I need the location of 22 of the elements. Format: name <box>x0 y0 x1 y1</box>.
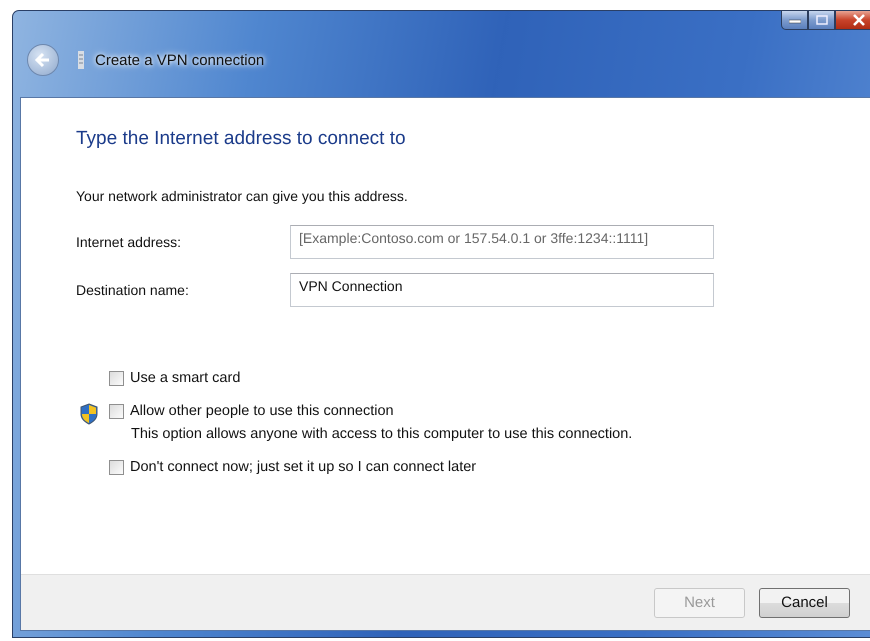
intro-text: Your network administrator can give you this address. <box>76 188 409 204</box>
checkbox[interactable] <box>109 404 124 418</box>
input-field[interactable]: VPN Connection <box>290 273 714 307</box>
field-label: Destination name: <box>76 282 190 298</box>
option-description: This option allows anyone with access to this computer to use this connection. <box>130 426 632 442</box>
page-heading: Type the Internet address to connect to <box>76 128 407 150</box>
checkbox[interactable] <box>109 370 124 386</box>
checkbox-label: Allow other people to use this connection <box>130 403 394 419</box>
field-label: Internet address: <box>76 234 182 250</box>
window-title: Create a VPN connection <box>95 52 264 68</box>
checkbox-label: Don't connect now; just set it up so I can connect later <box>130 459 476 475</box>
maximize-icon <box>816 15 828 25</box>
close-button[interactable] <box>835 10 870 30</box>
checkbox-label: Use a smart card <box>130 370 240 386</box>
dialog-button[interactable]: Cancel <box>759 588 850 618</box>
minimize-button[interactable] <box>781 10 808 30</box>
checkbox[interactable] <box>109 460 124 474</box>
back-button[interactable] <box>27 44 59 76</box>
network-icon <box>78 51 84 69</box>
close-icon <box>852 14 866 26</box>
input-field[interactable]: [Example:Contoso.com or 157.54.0.1 or 3ffe:1234::1111] <box>290 225 714 259</box>
maximize-button[interactable] <box>808 10 835 30</box>
